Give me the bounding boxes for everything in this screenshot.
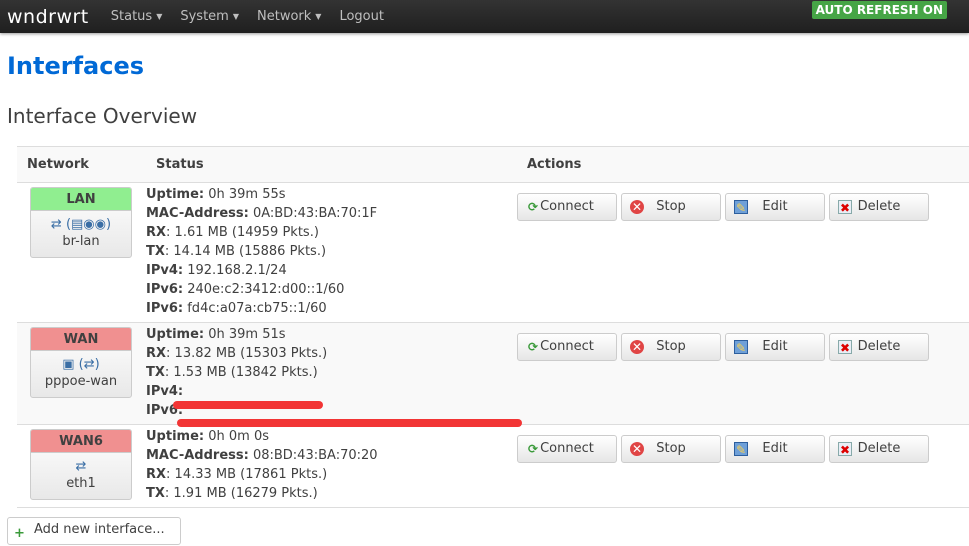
- stop-button[interactable]: ✕ Stop: [621, 435, 721, 463]
- edit-button[interactable]: ✎ Edit: [725, 435, 825, 463]
- col-actions: Actions: [517, 146, 969, 183]
- delete-icon: ✖: [838, 442, 852, 457]
- network-badge[interactable]: WAN ▣ (⇄) pppoe-wan: [30, 327, 132, 398]
- connect-button[interactable]: ⟳ Connect: [517, 193, 617, 221]
- section-title: Interface Overview: [7, 104, 198, 128]
- interface-icon: ▣ (⇄): [62, 357, 100, 372]
- connect-icon: ⟳: [527, 442, 539, 456]
- stop-icon: ✕: [630, 340, 644, 354]
- interface-actions: ⟳ Connect ✕ Stop ✎ Edit ✖ Delete: [517, 424, 969, 508]
- interface-device: eth1: [66, 476, 96, 491]
- stop-icon: ✕: [630, 442, 644, 456]
- interface-status: Uptime: 0h 39m 51s RX: 13.82 MB (15303 Pk…: [146, 322, 523, 427]
- interface-device: br-lan: [62, 234, 100, 249]
- edit-icon: ✎: [734, 340, 748, 355]
- interface-row: WAN6 ⇄ eth1 Uptime: 0h 0m 0s MAC-Address:…: [17, 424, 969, 508]
- delete-button[interactable]: ✖ Delete: [829, 333, 929, 361]
- delete-button[interactable]: ✖ Delete: [829, 435, 929, 463]
- auto-refresh-toggle[interactable]: AUTO REFRESH ON: [811, 1, 947, 19]
- network-name: LAN: [31, 188, 131, 211]
- col-status: Status: [146, 146, 517, 183]
- network-badge[interactable]: WAN6 ⇄ eth1: [30, 429, 132, 500]
- edit-icon: ✎: [734, 442, 748, 457]
- network-name: WAN6: [31, 430, 131, 453]
- interface-row: LAN ⇄ (▤◉◉) br-lan Uptime: 0h 39m 55s MAC…: [17, 182, 969, 323]
- status-line: TX: 1.91 MB (16279 Pkts.): [146, 486, 318, 501]
- connect-button[interactable]: ⟳ Connect: [517, 333, 617, 361]
- interface-icon: ⇄: [75, 459, 87, 474]
- status-line: IPv6: fd4c:a07a:cb75::1/60: [146, 301, 327, 316]
- interface-icon: ⇄ (▤◉◉): [50, 217, 112, 232]
- interface-status: Uptime: 0h 0m 0s MAC-Address: 08:BD:43:BA…: [146, 424, 517, 508]
- status-line: TX: 1.53 MB (13842 Pkts.): [146, 365, 318, 380]
- network-name: WAN: [31, 328, 131, 351]
- status-line: Uptime: 0h 0m 0s: [146, 429, 269, 444]
- menu-system[interactable]: System ▼: [180, 9, 239, 24]
- status-line: RX: 13.82 MB (15303 Pkts.): [146, 346, 328, 361]
- edit-button[interactable]: ✎ Edit: [725, 333, 825, 361]
- connect-icon: ⟳: [527, 340, 539, 354]
- stop-button[interactable]: ✕ Stop: [621, 333, 721, 361]
- interface-actions: ⟳ Connect ✕ Stop ✎ Edit ✖ Delete: [517, 182, 969, 323]
- status-line: IPv4: 192.168.2.1/24: [146, 263, 287, 278]
- add-interface-button[interactable]: + Add new interface...: [7, 517, 181, 545]
- interface-table: Network Status Actions LAN ⇄ (▤◉◉) br-la…: [17, 146, 969, 508]
- menu-status[interactable]: Status ▼: [111, 9, 163, 24]
- interface-status: Uptime: 0h 39m 55s MAC-Address: 0A:BD:43:…: [146, 182, 517, 323]
- status-line: RX: 14.33 MB (17861 Pkts.): [146, 467, 328, 482]
- connect-button[interactable]: ⟳ Connect: [517, 435, 617, 463]
- connect-icon: ⟳: [527, 200, 539, 214]
- add-icon: +: [14, 526, 25, 541]
- status-line: IPv4:: [146, 382, 517, 409]
- interface-device: pppoe-wan: [44, 374, 118, 389]
- network-badge[interactable]: LAN ⇄ (▤◉◉) br-lan: [30, 187, 132, 258]
- stop-button[interactable]: ✕ Stop: [621, 193, 721, 221]
- edit-button[interactable]: ✎ Edit: [725, 193, 825, 221]
- status-line: Uptime: 0h 39m 51s: [146, 327, 286, 342]
- col-network: Network: [17, 146, 146, 183]
- delete-icon: ✖: [838, 200, 852, 215]
- status-line: Uptime: 0h 39m 55s: [146, 187, 286, 202]
- menu-logout[interactable]: Logout: [339, 9, 384, 24]
- status-line: TX: 14.14 MB (15886 Pkts.): [146, 244, 327, 259]
- navbar: wndrwrt Status ▼ System ▼ Network ▼ Logout …: [0, 0, 969, 33]
- delete-button[interactable]: ✖ Delete: [829, 193, 929, 221]
- status-line: MAC-Address: 0A:BD:43:BA:70:1F: [146, 206, 378, 221]
- page-title: Interfaces: [7, 52, 145, 80]
- menu-network[interactable]: Network ▼: [257, 9, 321, 24]
- status-line: IPv6: 240e:c2:3412:d00::1/60: [146, 282, 345, 297]
- edit-icon: ✎: [734, 200, 748, 215]
- stop-icon: ✕: [630, 200, 644, 214]
- status-line: MAC-Address: 08:BD:43:BA:70:20: [146, 448, 378, 463]
- interface-actions: ⟳ Connect ✕ Stop ✎ Edit ✖ Delete: [517, 322, 969, 425]
- delete-icon: ✖: [838, 340, 852, 355]
- brand[interactable]: wndrwrt: [7, 6, 89, 28]
- status-line: RX: 1.61 MB (14959 Pkts.): [146, 225, 319, 240]
- interface-row: WAN ▣ (⇄) pppoe-wan Uptime: 0h 39m 51s RX…: [17, 322, 969, 427]
